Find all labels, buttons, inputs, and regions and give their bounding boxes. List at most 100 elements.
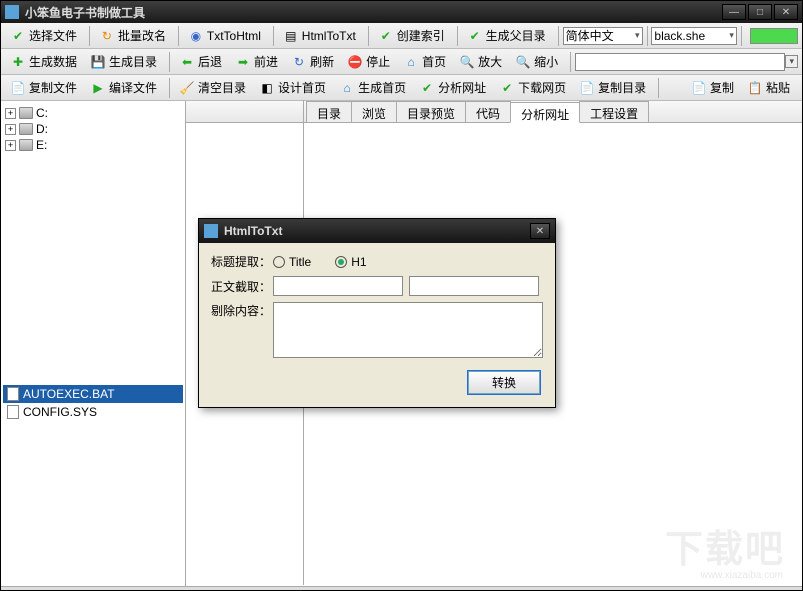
body-from-input[interactable]	[273, 276, 403, 296]
stop-icon: ⛔	[348, 55, 362, 69]
html-to-txt-button[interactable]: ▤HtmlToTxt	[278, 27, 362, 45]
tree-drive[interactable]: +D:	[3, 121, 183, 137]
drive-label: E:	[36, 138, 47, 152]
theme-select[interactable]: black.she▾	[651, 27, 736, 45]
radio-title[interactable]: Title	[273, 255, 311, 269]
body-to-input[interactable]	[409, 276, 539, 296]
gen-dir-button[interactable]: 💾生成目录	[85, 51, 163, 72]
check-icon: ✔	[379, 29, 393, 43]
dialog-close-button[interactable]: ✕	[530, 223, 550, 239]
arrow-left-icon: ⬅	[180, 55, 194, 69]
dialog-icon	[204, 224, 218, 238]
select-file-button[interactable]: ✔选择文件	[5, 25, 83, 46]
copy-dir-button[interactable]: 📄复制目录	[574, 77, 652, 98]
copy-file-button[interactable]: 📄复制文件	[5, 77, 83, 98]
design-home-button[interactable]: ◧设计首页	[254, 77, 332, 98]
dialog-titlebar: HtmlToTxt ✕	[199, 219, 555, 243]
drive-icon	[19, 123, 33, 135]
check-icon: ✔	[420, 81, 434, 95]
design-icon: ◧	[260, 81, 274, 95]
copy-icon: 📄	[11, 81, 25, 95]
home-icon: ⌂	[404, 55, 418, 69]
html-to-txt-dialog: HtmlToTxt ✕ 标题提取： Title H1 正文截取： 剔除内容： 转…	[198, 218, 556, 408]
paste-button[interactable]: 📋粘贴	[742, 77, 796, 98]
play-icon: ▶	[91, 81, 105, 95]
forward-button[interactable]: ➡前进	[230, 51, 284, 72]
refresh-icon: ↻	[292, 55, 306, 69]
file-row[interactable]: CONFIG.SYS	[3, 403, 183, 421]
close-button[interactable]: ✕	[774, 4, 798, 20]
dialog-title: HtmlToTxt	[224, 224, 282, 238]
copy-icon: 📄	[580, 81, 594, 95]
globe-icon: ◉	[189, 29, 203, 43]
zoom-in-button[interactable]: 🔍放大	[454, 51, 508, 72]
compile-file-button[interactable]: ▶编译文件	[85, 77, 163, 98]
batch-rename-button[interactable]: ↻批量改名	[94, 25, 172, 46]
statusbar	[1, 586, 802, 590]
minimize-button[interactable]: —	[722, 4, 746, 20]
copy-button[interactable]: 📄复制	[686, 77, 740, 98]
tab-5[interactable]: 工程设置	[579, 101, 649, 122]
tab-4[interactable]: 分析网址	[510, 102, 580, 123]
tab-2[interactable]: 目录预览	[396, 101, 466, 122]
save-icon: 💾	[91, 55, 105, 69]
watermark-url: www.xiazaiba.com	[701, 570, 783, 581]
zoom-in-icon: 🔍	[460, 55, 474, 69]
body-cut-label: 正文截取：	[211, 278, 273, 295]
download-page-button[interactable]: ✔下载网页	[494, 77, 572, 98]
paste-icon: 📋	[748, 81, 762, 95]
gen-data-button[interactable]: ✚生成数据	[5, 51, 83, 72]
maximize-button[interactable]: □	[748, 4, 772, 20]
tab-3[interactable]: 代码	[465, 101, 511, 122]
radio-h1[interactable]: H1	[335, 255, 366, 269]
check-icon: ✔	[468, 29, 482, 43]
drive-label: C:	[36, 106, 48, 120]
address-input[interactable]	[575, 53, 785, 71]
expand-icon[interactable]: +	[5, 140, 16, 151]
chevron-down-icon: ▾	[729, 30, 734, 41]
convert-button[interactable]: 转换	[467, 370, 541, 395]
toolbar-3: 📄复制文件 ▶编译文件 🧹清空目录 ◧设计首页 ⌂生成首页 ✔分析网址 ✔下载网…	[1, 75, 802, 101]
remove-content-textarea[interactable]	[273, 302, 543, 358]
document-icon: ▤	[284, 29, 298, 43]
app-icon	[5, 5, 19, 19]
refresh-button[interactable]: ↻刷新	[286, 51, 340, 72]
radio-icon	[335, 256, 347, 268]
expand-icon[interactable]: +	[5, 108, 16, 119]
tab-1[interactable]: 浏览	[351, 101, 397, 122]
clear-dir-button[interactable]: 🧹清空目录	[174, 77, 252, 98]
txt-to-html-button[interactable]: ◉TxtToHtml	[183, 27, 267, 45]
titlebar: 小笨鱼电子书制做工具 — □ ✕	[1, 1, 802, 23]
file-icon	[7, 387, 19, 401]
file-name: AUTOEXEC.BAT	[23, 387, 115, 401]
tree-drive[interactable]: + C:	[3, 105, 183, 121]
toolbar-2: ✚生成数据 💾生成目录 ⬅后退 ➡前进 ↻刷新 ⛔停止 ⌂首页 🔍放大 🔍缩小 …	[1, 49, 802, 75]
create-index-button[interactable]: ✔创建索引	[373, 25, 451, 46]
back-button[interactable]: ⬅后退	[174, 51, 228, 72]
remove-label: 剔除内容：	[211, 302, 273, 319]
address-dropdown[interactable]: ▾	[785, 55, 798, 68]
drive-icon	[19, 107, 33, 119]
language-select[interactable]: 简体中文▾	[563, 27, 643, 45]
file-icon	[7, 405, 19, 419]
home-button[interactable]: ⌂首页	[398, 51, 452, 72]
file-name: CONFIG.SYS	[23, 405, 97, 419]
copy-icon: 📄	[692, 81, 706, 95]
tree-drive[interactable]: + E:	[3, 137, 183, 153]
gen-parent-dir-button[interactable]: ✔生成父目录	[462, 25, 552, 46]
file-row[interactable]: AUTOEXEC.BAT	[3, 385, 183, 403]
zoom-out-button[interactable]: 🔍缩小	[510, 51, 564, 72]
tab-0[interactable]: 目录	[306, 101, 352, 122]
expand-icon[interactable]: +	[5, 124, 16, 135]
dialog-body: 标题提取： Title H1 正文截取： 剔除内容： 转换	[199, 243, 555, 407]
home-icon: ⌂	[340, 81, 354, 95]
window-title: 小笨鱼电子书制做工具	[25, 4, 720, 21]
toolbar-1: ✔选择文件 ↻批量改名 ◉TxtToHtml ▤HtmlToTxt ✔创建索引 …	[1, 23, 802, 49]
stop-button[interactable]: ⛔停止	[342, 51, 396, 72]
analyze-url-button[interactable]: ✔分析网址	[414, 77, 492, 98]
gen-home-button[interactable]: ⌂生成首页	[334, 77, 412, 98]
arrow-right-icon: ➡	[236, 55, 250, 69]
zoom-out-icon: 🔍	[516, 55, 530, 69]
refresh-icon: ↻	[100, 29, 114, 43]
title-extract-label: 标题提取：	[211, 253, 273, 270]
